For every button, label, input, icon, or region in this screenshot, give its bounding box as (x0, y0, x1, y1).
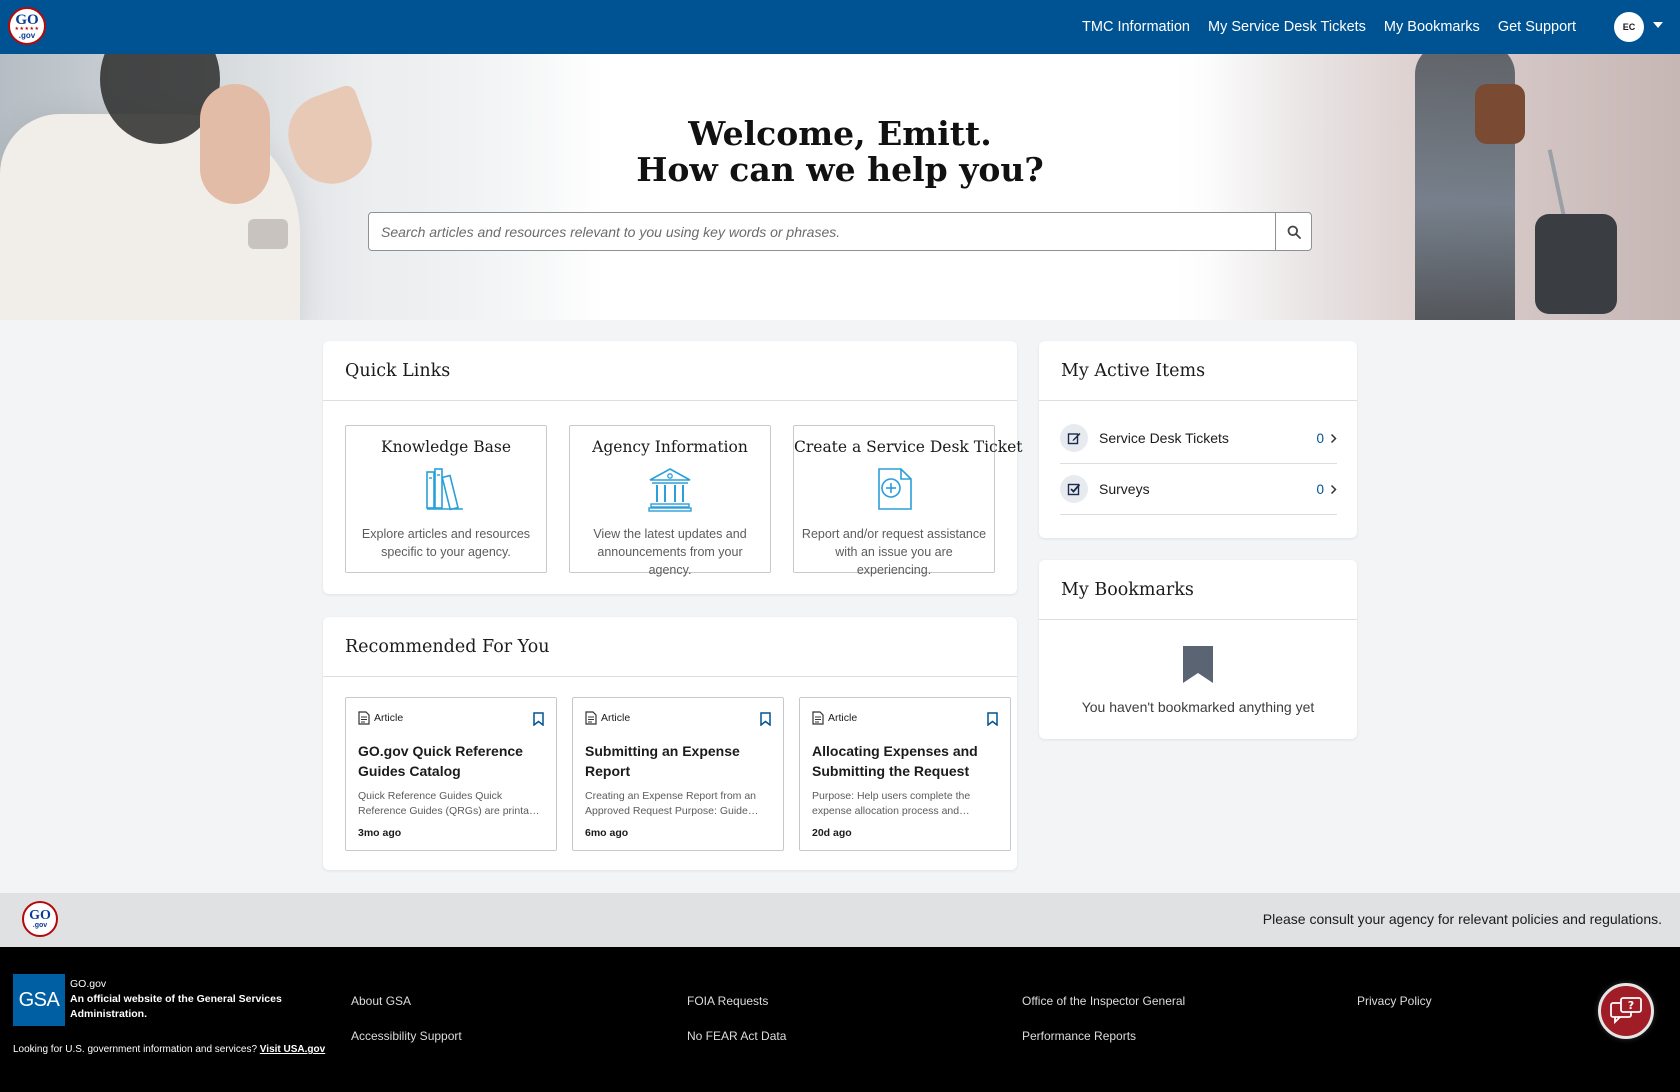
quick-link-description: View the latest updates and announcement… (593, 527, 747, 577)
policy-note: Please consult your agency for relevant … (1262, 911, 1662, 927)
bookmarks-title: My Bookmarks (1039, 560, 1357, 620)
go-gov-logo[interactable]: GO ★★★★★ .gov (8, 7, 46, 45)
article-description: Creating an Expense Report from an Appro… (585, 790, 757, 817)
bookmarks-empty-message: You haven't bookmarked anything yet (1081, 699, 1315, 715)
edit-icon (1060, 424, 1088, 452)
usa-gov-prompt: Looking for U.S. government information … (13, 1044, 325, 1055)
bookmarks-card: My Bookmarks You haven't bookmarked anyt… (1039, 560, 1357, 739)
article-type-label: Article (374, 712, 404, 724)
active-item-count: 0 (1316, 481, 1324, 497)
quick-link-knowledge-base[interactable]: Knowledge Base Explore articles and reso… (345, 425, 547, 573)
quick-link-title: Create a Service Desk Ticket (794, 438, 1023, 456)
chevron-right-icon (1330, 433, 1337, 443)
quick-links-title: Quick Links (323, 341, 1017, 401)
bookmark-icon (1183, 646, 1213, 683)
active-item-service-desk-tickets[interactable]: Service Desk Tickets 0 (1060, 413, 1337, 464)
active-item-label: Service Desk Tickets (1099, 430, 1229, 446)
official-line-2: Administration. (70, 1008, 148, 1020)
article-card[interactable]: Article GO.gov Quick Reference Guides Ca… (345, 697, 557, 851)
go-gov-footer-logo[interactable]: GO .gov (22, 901, 58, 937)
gsa-logo[interactable]: GSA (13, 974, 65, 1026)
hero-banner: Welcome, Emitt. How can we help you? (0, 54, 1680, 320)
chevron-right-icon (1330, 484, 1337, 494)
footer-link-foia-requests[interactable]: FOIA Requests (687, 994, 768, 1008)
search-input[interactable] (369, 213, 1275, 250)
active-item-count: 0 (1316, 430, 1324, 446)
document-icon (585, 711, 597, 725)
document-icon (812, 711, 824, 725)
books-icon (426, 468, 463, 511)
site-footer: GSA GO.gov An official website of the Ge… (0, 947, 1680, 1092)
article-type-label: Article (828, 712, 858, 724)
chevron-down-icon[interactable] (1653, 22, 1663, 28)
svg-text:?: ? (1628, 999, 1634, 1012)
article-type-label: Article (601, 712, 631, 724)
search-bar (368, 212, 1312, 251)
footer-link-performance-reports[interactable]: Performance Reports (1022, 1029, 1136, 1043)
quick-link-title: Knowledge Base (381, 438, 511, 456)
top-navigation: GO ★★★★★ .gov TMC Information My Service… (0, 0, 1680, 54)
footer-link-no-fear-act-data[interactable]: No FEAR Act Data (687, 1029, 786, 1043)
article-title[interactable]: GO.gov Quick Reference Guides Catalog (358, 741, 544, 781)
recommended-title: Recommended For You (323, 617, 1017, 677)
nav-link-get-support[interactable]: Get Support (1498, 19, 1576, 35)
footer-link-accessibility-support[interactable]: Accessibility Support (351, 1029, 462, 1043)
article-title[interactable]: Submitting an Expense Report (585, 741, 771, 781)
bookmark-icon[interactable] (987, 712, 998, 726)
active-item-label: Surveys (1099, 481, 1150, 497)
site-name: GO.gov (70, 978, 107, 990)
document-icon (358, 711, 370, 725)
bookmark-icon[interactable] (760, 712, 771, 726)
article-age: 6mo ago (585, 827, 629, 839)
quick-link-agency-information[interactable]: Agency Information View the latest updat… (569, 425, 771, 577)
article-age: 20d ago (812, 827, 852, 839)
active-items-title: My Active Items (1039, 341, 1357, 401)
welcome-heading: Welcome, Emitt. How can we help you? (0, 116, 1680, 188)
bookmark-icon[interactable] (533, 712, 544, 726)
help-line: How can we help you? (636, 150, 1044, 189)
article-title[interactable]: Allocating Expenses and Submitting the R… (812, 741, 998, 781)
search-button[interactable] (1275, 213, 1311, 250)
active-item-surveys[interactable]: Surveys 0 (1060, 464, 1337, 515)
welcome-line: Welcome, Emitt. (688, 114, 992, 153)
nav-link-tmc-information[interactable]: TMC Information (1082, 19, 1190, 35)
active-items-card: My Active Items Service Desk Tickets 0 S… (1039, 341, 1357, 538)
article-card[interactable]: Article Submitting an Expense Report Cre… (572, 697, 784, 851)
gsa-identifier: GO.gov An official website of the Genera… (70, 977, 282, 1022)
quick-link-description: Report and/or request assistance with an… (801, 527, 987, 577)
user-avatar[interactable]: EC (1614, 12, 1644, 42)
article-type: Article (358, 711, 544, 725)
nav-link-my-bookmarks[interactable]: My Bookmarks (1384, 19, 1480, 35)
article-type: Article (812, 711, 998, 725)
article-age: 3mo ago (358, 827, 402, 839)
article-description: Quick Reference Guides Quick Reference G… (358, 790, 543, 817)
recommended-card: Recommended For You Article GO.gov Quick… (323, 617, 1017, 870)
official-line-1: An official website of the General Servi… (70, 993, 282, 1005)
building-icon (648, 468, 692, 512)
footer-info-strip: GO .gov Please consult your agency for r… (0, 893, 1680, 947)
chat-support-button[interactable]: ? (1598, 983, 1654, 1039)
article-description: Purpose: Help users complete the expense… (812, 790, 971, 817)
footer-link-about-gsa[interactable]: About GSA (351, 994, 411, 1008)
new-document-icon (878, 468, 912, 510)
quick-links-card: Quick Links Knowledge Base Explore artic… (323, 341, 1023, 594)
quick-link-create-service-desk-ticket[interactable]: Create a Service Desk Ticket Report and/… (793, 425, 1023, 577)
footer-link-inspector-general[interactable]: Office of the Inspector General (1022, 994, 1185, 1008)
article-type: Article (585, 711, 771, 725)
checkbox-icon (1060, 475, 1088, 503)
visit-usa-gov-link[interactable]: Visit USA.gov (260, 1044, 325, 1055)
footer-link-privacy-policy[interactable]: Privacy Policy (1357, 994, 1432, 1008)
quick-link-description: Explore articles and resources specific … (361, 527, 531, 559)
article-card[interactable]: Article Allocating Expenses and Submitti… (799, 697, 1011, 851)
search-icon (1287, 225, 1301, 239)
chat-icon: ? (1610, 997, 1642, 1025)
usa-gov-text: Looking for U.S. government information … (13, 1044, 258, 1055)
nav-link-my-service-desk-tickets[interactable]: My Service Desk Tickets (1208, 19, 1366, 35)
nav-links: TMC Information My Service Desk Tickets … (1082, 0, 1576, 54)
quick-link-title: Agency Information (592, 438, 748, 456)
